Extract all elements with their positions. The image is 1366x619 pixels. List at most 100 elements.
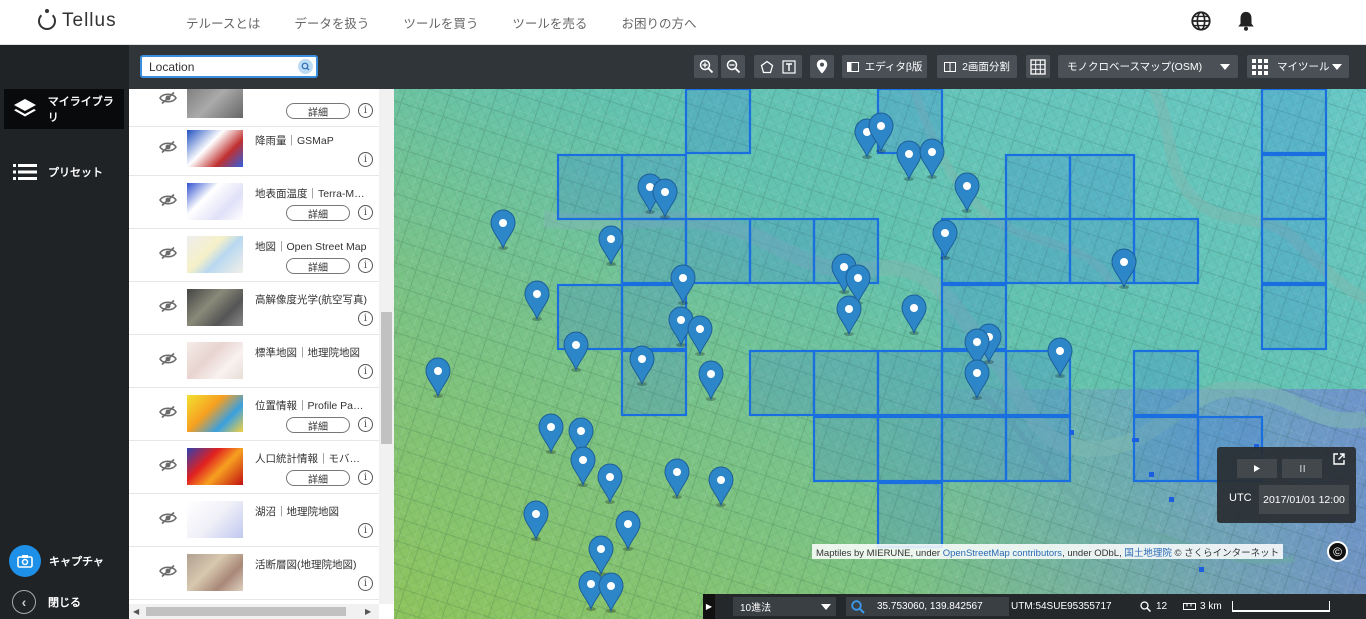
gsi-link[interactable]: 国土地理院 bbox=[1124, 548, 1172, 559]
chevron-down-icon bbox=[1332, 64, 1342, 70]
visibility-off-icon[interactable] bbox=[159, 140, 177, 154]
datetime-display[interactable]: 2017/01/01 12:00 bbox=[1259, 485, 1349, 514]
horizontal-scrollbar-thumb[interactable] bbox=[146, 607, 346, 616]
expand-arrow-icon[interactable]: ▶ bbox=[703, 594, 715, 619]
visibility-off-icon[interactable] bbox=[159, 564, 177, 578]
osm-link[interactable]: OpenStreetMap contributors bbox=[943, 548, 1062, 559]
data-grid-tile bbox=[556, 153, 624, 221]
map-canvas[interactable] bbox=[394, 89, 1366, 619]
pause-button[interactable] bbox=[1282, 459, 1322, 478]
zoom-out-button[interactable] bbox=[721, 55, 745, 78]
nav-link-help[interactable]: お困りの方へ bbox=[621, 13, 696, 32]
info-icon[interactable]: i bbox=[358, 311, 373, 326]
split-view-button[interactable]: 2画面分割 bbox=[937, 55, 1017, 78]
pause-icon bbox=[1299, 465, 1305, 472]
left-rail: マイライブラリ プリセット キャプチャ ‹ 閉じる bbox=[0, 45, 129, 619]
rail-preset-label: プリセット bbox=[48, 167, 103, 179]
nav-link-data[interactable]: データを扱う bbox=[294, 13, 369, 32]
basemap-select[interactable]: モノクロベースマップ(OSM) bbox=[1058, 55, 1238, 78]
vertical-scrollbar-thumb[interactable] bbox=[381, 312, 392, 444]
editor-beta-label: エディタβ版 bbox=[864, 61, 923, 73]
rail-capture[interactable]: キャプチャ bbox=[4, 541, 124, 581]
bell-icon[interactable] bbox=[1235, 10, 1257, 32]
tellus-logo[interactable]: Tellus bbox=[38, 9, 117, 32]
coordinate-search[interactable]: 35.753060, 139.842567 bbox=[846, 597, 1009, 616]
layer-list-item[interactable]: 人口統計情報｜モバイル空間統計詳細 i bbox=[129, 441, 379, 494]
horizontal-scrollbar[interactable]: ◀ ▶ bbox=[129, 604, 379, 619]
rail-close[interactable]: ‹ 閉じる bbox=[4, 582, 124, 619]
layer-detail-button[interactable]: 詳細 bbox=[286, 103, 350, 119]
draw-tools-button[interactable] bbox=[754, 55, 802, 78]
scroll-right-arrow[interactable]: ▶ bbox=[365, 607, 371, 616]
info-icon[interactable]: i bbox=[358, 364, 373, 379]
layer-list-item[interactable]: 活断層図(地理院地図) i bbox=[129, 547, 379, 600]
ruler-icon bbox=[1183, 603, 1196, 610]
layer-list-item[interactable]: 地図｜Open Street Map 詳細 i bbox=[129, 229, 379, 282]
rail-my-library[interactable]: マイライブラリ bbox=[4, 89, 124, 129]
split-screen-icon bbox=[944, 61, 957, 72]
info-icon[interactable]: i bbox=[358, 152, 373, 167]
layer-detail-button[interactable]: 詳細 bbox=[286, 205, 350, 221]
rail-preset[interactable]: プリセット bbox=[4, 152, 124, 192]
layer-list-item[interactable]: 湖沼｜地理院地図 i bbox=[129, 494, 379, 547]
map-view[interactable] bbox=[394, 89, 1366, 619]
visibility-off-icon[interactable] bbox=[159, 91, 177, 105]
copyright-icon[interactable]: © bbox=[1327, 541, 1348, 562]
layer-list-item[interactable]: 詳細 i bbox=[129, 89, 379, 127]
globe-icon[interactable] bbox=[1190, 10, 1212, 32]
rail-capture-label: キャプチャ bbox=[49, 556, 104, 568]
info-icon[interactable]: i bbox=[358, 523, 373, 538]
visibility-off-icon[interactable] bbox=[159, 193, 177, 207]
data-grid-tile bbox=[940, 415, 1008, 483]
info-icon[interactable]: i bbox=[358, 417, 373, 432]
popout-icon[interactable] bbox=[1332, 452, 1346, 466]
zoom-in-button[interactable] bbox=[694, 55, 718, 78]
visibility-off-icon[interactable] bbox=[159, 405, 177, 419]
visibility-off-icon[interactable] bbox=[159, 299, 177, 313]
visibility-off-icon[interactable] bbox=[159, 246, 177, 260]
vertical-scrollbar[interactable] bbox=[379, 89, 394, 604]
layer-title: 高解像度光学(航空写真) bbox=[255, 294, 367, 306]
layer-thumbnail bbox=[187, 130, 243, 167]
search-icon[interactable] bbox=[298, 59, 313, 74]
info-icon[interactable]: i bbox=[358, 205, 373, 220]
layer-thumbnail bbox=[187, 448, 243, 485]
layer-detail-button[interactable]: 詳細 bbox=[286, 417, 350, 433]
data-grid-tile bbox=[1004, 415, 1072, 483]
rail-close-label: 閉じる bbox=[48, 597, 81, 609]
nav-link-sell-tools[interactable]: ツールを売る bbox=[512, 13, 587, 32]
nav-link-buy-tools[interactable]: ツールを買う bbox=[403, 13, 478, 32]
info-icon[interactable]: i bbox=[358, 258, 373, 273]
location-search-input[interactable] bbox=[149, 57, 299, 76]
layer-list-item[interactable]: 地表面温度｜Terra-MODIS 詳細 i bbox=[129, 176, 379, 229]
info-icon[interactable]: i bbox=[358, 576, 373, 591]
data-grid-tile bbox=[748, 349, 816, 417]
layer-list-item[interactable]: 降雨量｜GSMaP i bbox=[129, 123, 379, 176]
scroll-left-arrow[interactable]: ◀ bbox=[133, 607, 139, 616]
list-icon bbox=[12, 160, 38, 184]
visibility-off-icon[interactable] bbox=[159, 458, 177, 472]
visibility-off-icon[interactable] bbox=[159, 511, 177, 525]
visibility-off-icon[interactable] bbox=[159, 352, 177, 366]
layer-list-item[interactable]: 標準地図｜地理院地図 i bbox=[129, 335, 379, 388]
layer-title: 地表面温度｜Terra-MODIS bbox=[255, 188, 367, 200]
layer-list-item[interactable]: 高解像度光学(航空写真) i bbox=[129, 282, 379, 335]
layer-thumbnail bbox=[187, 554, 243, 591]
play-button[interactable] bbox=[1237, 459, 1277, 478]
scale-indicator: 3 km bbox=[1183, 594, 1222, 619]
layer-detail-button[interactable]: 詳細 bbox=[286, 258, 350, 274]
zoom-level-icon bbox=[1140, 601, 1151, 612]
layer-list-item[interactable]: 位置情報｜Profile Passport 詳細 i bbox=[129, 388, 379, 441]
info-icon[interactable]: i bbox=[358, 470, 373, 485]
location-search[interactable] bbox=[140, 55, 318, 78]
layer-title: 降雨量｜GSMaP bbox=[255, 135, 334, 147]
coordinate-format-select[interactable]: 10進法 bbox=[733, 597, 836, 616]
pin-button[interactable] bbox=[810, 55, 834, 78]
my-tools-menu[interactable]: マイツール bbox=[1247, 55, 1349, 78]
info-icon[interactable]: i bbox=[358, 103, 373, 118]
layer-detail-button[interactable]: 詳細 bbox=[286, 470, 350, 486]
data-grid-tile bbox=[1132, 349, 1200, 417]
editor-beta-button[interactable]: エディタβ版 bbox=[842, 55, 927, 78]
nav-link-about[interactable]: テルースとは bbox=[186, 13, 260, 32]
grid-toggle-button[interactable] bbox=[1026, 55, 1050, 78]
